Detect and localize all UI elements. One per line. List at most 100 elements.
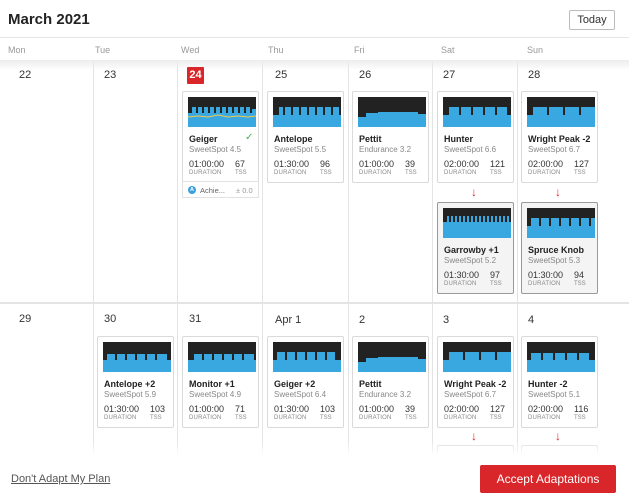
workout-type: SweetSpot 5.5 [274, 145, 327, 154]
day-number: 31 [189, 313, 202, 325]
workout-tss: 94 [574, 270, 585, 280]
accept-adaptations-button[interactable]: Accept Adaptations [480, 465, 616, 493]
workout-name: Pettit [359, 134, 382, 144]
calendar-grid: 22 23 24 25 26 27 28 29 30 31 Apr 1 2 3 … [0, 60, 629, 455]
workout-graph [527, 353, 595, 372]
power-profile [443, 216, 511, 238]
power-profile [443, 352, 511, 372]
workout-graph [188, 354, 256, 372]
workout-graph-frame [443, 97, 511, 127]
workout-card[interactable]: Pettit Endurance 3.2 01:00:00 39 DURATION TSS [352, 336, 429, 428]
tss-label: TSS [235, 170, 247, 176]
workout-type: SweetSpot 6.4 [274, 390, 327, 399]
workout-type: SweetSpot 5.3 [528, 256, 581, 265]
workout-name: Geiger [189, 134, 218, 144]
day-number: 30 [104, 313, 117, 325]
duration-label: DURATION [104, 415, 137, 421]
power-profile [527, 107, 595, 127]
day-number: 4 [528, 314, 535, 326]
workout-graph [103, 354, 171, 372]
workout-duration: 02:00:00 [444, 404, 480, 414]
workout-type: SweetSpot 5.1 [528, 390, 581, 399]
workout-type: SweetSpot 5.2 [444, 256, 497, 265]
workout-duration: 01:30:00 [274, 404, 310, 414]
tss-label: TSS [490, 281, 502, 287]
workout-tss: 127 [490, 404, 506, 414]
tss-label: TSS [235, 415, 247, 421]
workout-card[interactable]: Hunter SweetSpot 6.6 02:00:00 121 DURATION TS… [437, 91, 514, 183]
tss-label: TSS [574, 281, 586, 287]
workout-card[interactable]: Geiger SweetSpot 4.5 01:00:00 67 DURATION TSS… [182, 91, 259, 183]
adaptation-arrow-icon: ↓ [555, 185, 561, 199]
tss-label: TSS [320, 170, 332, 176]
workout-duration: 01:30:00 [104, 404, 140, 414]
workout-graph [527, 218, 595, 238]
workout-duration: 02:00:00 [444, 159, 480, 169]
workout-type: Endurance 3.2 [359, 390, 412, 399]
workout-card[interactable]: Wright Peak -2 SweetSpot 6.7 02:00:00 127 DU… [437, 336, 514, 428]
workout-graph [443, 352, 511, 372]
workout-duration: 01:30:00 [274, 159, 310, 169]
workout-type: Endurance 3.2 [359, 145, 412, 154]
duration-label: DURATION [189, 170, 222, 176]
workout-card[interactable]: Pettit Endurance 3.2 01:00:00 39 DURATION TSS [352, 91, 429, 183]
workout-graph-frame [188, 97, 256, 127]
adaptation-footer: Don't Adapt My Plan Accept Adaptations [0, 441, 629, 499]
workout-type: SweetSpot 4.9 [189, 390, 242, 399]
power-profile [527, 353, 595, 372]
workout-graph [358, 112, 426, 127]
duration-label: DURATION [444, 281, 477, 287]
power-profile [103, 354, 171, 372]
adapted-workout-card[interactable]: Garrowby +1 SweetSpot 5.2 01:30:00 97 DURATI… [437, 202, 514, 294]
workout-card[interactable]: Antelope SweetSpot 5.5 01:30:00 96 DURATION T… [267, 91, 344, 183]
workout-graph [273, 352, 341, 372]
workout-name: Antelope [274, 134, 313, 144]
workout-card[interactable]: Monitor +1 SweetSpot 4.9 01:00:00 71 DURATIO… [182, 336, 259, 428]
workout-graph [358, 357, 426, 372]
workout-card[interactable]: Wright Peak -2 SweetSpot 6.7 02:00:00 127 DU… [521, 91, 598, 183]
today-button[interactable]: Today [569, 10, 615, 30]
day-number: 2 [359, 314, 366, 326]
workout-tss: 96 [320, 159, 331, 169]
power-profile [358, 357, 426, 372]
workout-tss: 116 [574, 404, 589, 414]
workout-duration: 01:00:00 [189, 404, 225, 414]
workout-name: Spruce Knob [528, 245, 585, 255]
day-number: 25 [275, 69, 288, 81]
workout-name: Pettit [359, 379, 382, 389]
workout-name: Wright Peak -2 [444, 379, 507, 389]
workout-tss: 67 [235, 159, 246, 169]
power-profile [527, 218, 595, 238]
workout-type: SweetSpot 5.9 [104, 390, 157, 399]
tss-label: TSS [490, 415, 502, 421]
workout-duration: 02:00:00 [528, 404, 564, 414]
workout-tss: 39 [405, 404, 416, 414]
duration-label: DURATION [274, 170, 307, 176]
tss-label: TSS [150, 415, 162, 421]
dow-label: Sat [441, 45, 455, 55]
dow-label: Wed [181, 45, 200, 55]
day-number: 23 [104, 69, 117, 81]
dow-label: Mon [8, 45, 26, 55]
dow-label: Sun [527, 45, 544, 55]
day-number: 29 [19, 313, 32, 325]
grid-line [432, 60, 433, 455]
workout-graph-frame [527, 208, 595, 238]
workout-graph [188, 107, 256, 127]
workout-graph-frame [527, 97, 595, 127]
dow-label: Fri [354, 45, 365, 55]
adapted-workout-card[interactable]: Spruce Knob SweetSpot 5.3 01:30:00 94 DURATI… [521, 202, 598, 294]
duration-label: DURATION [528, 170, 561, 176]
workout-tss: 127 [574, 159, 590, 169]
duration-label: DURATION [444, 415, 477, 421]
tss-label: TSS [574, 170, 586, 176]
completed-check-icon: ✓ [245, 132, 254, 143]
achievement-note[interactable]: A Achie... ± 0.0 [182, 181, 259, 198]
dont-adapt-link[interactable]: Don't Adapt My Plan [11, 473, 110, 485]
power-profile [443, 107, 511, 127]
workout-card[interactable]: Geiger +2 SweetSpot 6.4 01:30:00 103 DURATIO… [267, 336, 344, 428]
workout-card[interactable]: Antelope +2 SweetSpot 5.9 01:30:00 103 DURAT… [97, 336, 174, 428]
workout-name: Hunter -2 [528, 379, 568, 389]
workout-card[interactable]: Hunter -2 SweetSpot 5.1 02:00:00 116 DURATIO… [521, 336, 598, 428]
workout-graph-frame [273, 97, 341, 127]
